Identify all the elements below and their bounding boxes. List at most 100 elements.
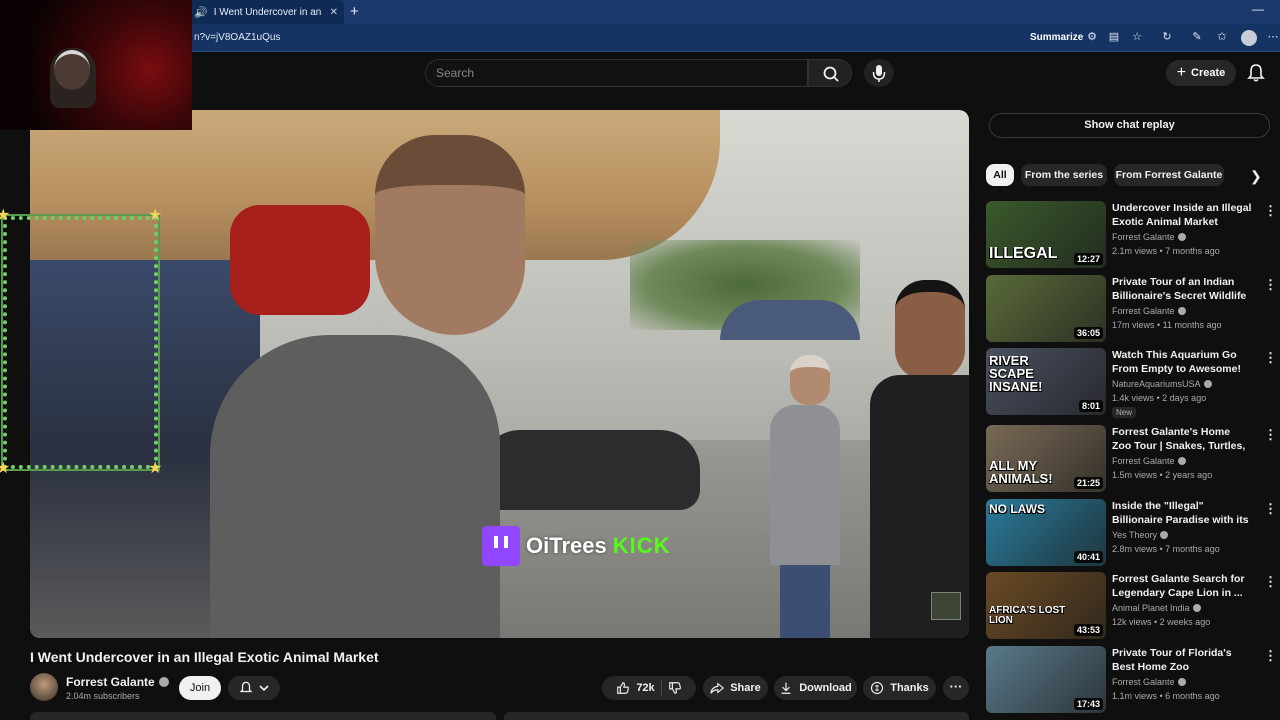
download-icon: [781, 682, 791, 694]
search-button[interactable]: [808, 59, 852, 87]
recommendation-meta: 2.1m views • 7 months ago: [1112, 246, 1220, 256]
extensions-icon[interactable]: ✎: [1190, 30, 1204, 44]
recommendation-channel[interactable]: Animal Planet India: [1112, 603, 1190, 613]
recommendation-item[interactable]: 17:43 Private Tour of Florida's Best Home…: [986, 646, 1277, 714]
more-options-icon[interactable]: ⋮: [1264, 501, 1277, 517]
video-thumbnail[interactable]: 17:43: [986, 646, 1106, 713]
description-box-secondary[interactable]: [504, 712, 969, 720]
recommendation-channel[interactable]: NatureAquariumsUSA: [1112, 379, 1201, 389]
recommendation-channel-row[interactable]: Yes Theory: [1112, 530, 1169, 540]
chip-all[interactable]: All: [986, 164, 1014, 186]
more-options-icon[interactable]: ⋮: [1264, 648, 1277, 664]
channel-name[interactable]: Forrest Galante: [66, 675, 155, 689]
recommendation-channel-row[interactable]: Forrest Galante: [1112, 232, 1186, 242]
verified-icon: [1177, 233, 1186, 241]
recommendation-meta: 2.8m views • 7 months ago: [1112, 544, 1220, 554]
video-thumbnail[interactable]: 36:05: [986, 275, 1106, 342]
download-button[interactable]: Download: [774, 676, 857, 700]
recommendation-title[interactable]: Inside the "Illegal" Billionaire Paradis…: [1112, 499, 1252, 527]
recommendation-title[interactable]: Watch This Aquarium Go From Empty to Awe…: [1112, 348, 1252, 376]
video-thumbnail[interactable]: RIVER SCAPE INSANE! 8:01: [986, 348, 1106, 415]
recommendation-channel-row[interactable]: Animal Planet India: [1112, 603, 1201, 613]
channel-name-row[interactable]: Forrest Galante: [66, 675, 169, 689]
thumbs-up-icon[interactable]: [616, 681, 630, 695]
url-field[interactable]: n?v=jV8OAZ1uQus: [194, 32, 280, 43]
recommendation-channel-row[interactable]: Forrest Galante: [1112, 306, 1186, 316]
thumbnail-caption: ILLEGAL: [989, 245, 1058, 262]
video-thumbnail[interactable]: ALL MY ANIMALS! 21:25: [986, 425, 1106, 492]
recommendation-item[interactable]: ILLEGAL 12:27 Undercover Inside an Illegal…: [986, 201, 1277, 269]
recommendation-channel-row[interactable]: Forrest Galante: [1112, 677, 1186, 687]
new-badge: New: [1112, 407, 1137, 418]
video-player[interactable]: OiTrees KICK: [30, 110, 969, 638]
chevron-right-icon[interactable]: ❯: [1250, 168, 1262, 185]
streamer-webcam: [0, 0, 192, 130]
join-button[interactable]: Join: [179, 676, 221, 700]
recommendation-title[interactable]: Undercover Inside an Illegal Exotic Anim…: [1112, 201, 1252, 229]
more-options-icon[interactable]: ⋮: [1264, 277, 1277, 293]
favorite-star-icon[interactable]: ☆: [1130, 30, 1144, 44]
more-options-icon[interactable]: ⋮: [1264, 574, 1277, 590]
thanks-button[interactable]: Thanks: [863, 676, 936, 700]
recommendation-channel-row[interactable]: Forrest Galante: [1112, 456, 1186, 466]
chip-from-forrest-galante[interactable]: From Forrest Galante: [1114, 164, 1224, 186]
speaker-icon[interactable]: 🔊: [194, 6, 208, 19]
video-thumbnail[interactable]: ILLEGAL 12:27: [986, 201, 1106, 268]
duration-badge: 12:27: [1073, 253, 1103, 265]
star-icon: ★: [0, 207, 11, 224]
description-box[interactable]: [30, 712, 496, 720]
recommendation-item[interactable]: 36:05 Private Tour of an Indian Billionai…: [986, 275, 1277, 343]
reader-icon[interactable]: ▤: [1107, 30, 1121, 44]
minimize-window-button[interactable]: —: [1252, 2, 1264, 16]
twitch-logo-icon: [482, 526, 520, 566]
recommendation-item[interactable]: RIVER SCAPE INSANE! 8:01 Watch This Aquari…: [986, 348, 1277, 418]
summarize-button[interactable]: Summarize: [1030, 32, 1083, 43]
more-options-icon[interactable]: ⋮: [1264, 203, 1277, 219]
recommendation-channel[interactable]: Forrest Galante: [1112, 456, 1175, 466]
copilot-icon[interactable]: ⚙: [1085, 30, 1099, 44]
favorites-icon[interactable]: ✩: [1215, 30, 1229, 44]
recommendation-title[interactable]: Private Tour of Florida's Best Home Zoo: [1112, 646, 1252, 674]
channel-avatar[interactable]: [30, 673, 58, 701]
thumbs-down-icon[interactable]: [668, 681, 682, 695]
new-tab-button[interactable]: +: [350, 3, 359, 20]
verified-icon: [1192, 604, 1201, 612]
more-actions-button[interactable]: ···: [943, 676, 969, 700]
close-tab-icon[interactable]: ✕: [330, 7, 338, 18]
like-count[interactable]: 72k: [636, 682, 654, 694]
recommendation-title[interactable]: Forrest Galante Search for Legendary Cap…: [1112, 572, 1252, 600]
duration-badge: 43:53: [1073, 624, 1103, 636]
recommendation-item[interactable]: AFRICA'S LOST LION 43:53 Forrest Galante S…: [986, 572, 1277, 640]
video-thumbnail[interactable]: NO LAWS 40:41: [986, 499, 1106, 566]
recommendation-item[interactable]: NO LAWS 40:41 Inside the "Illegal" Billion…: [986, 499, 1277, 567]
more-options-icon[interactable]: ⋮: [1264, 350, 1277, 366]
profile-avatar[interactable]: [1241, 30, 1257, 46]
subscription-bell-button[interactable]: [228, 676, 280, 700]
video-scene-umbrella: [720, 300, 860, 340]
bell-icon: [239, 681, 253, 693]
chip-from-the-series[interactable]: From the series: [1021, 164, 1107, 186]
browser-tab[interactable]: 🔊 I Went Undercover in an Illegal ✕: [188, 0, 344, 24]
notifications-bell-icon[interactable]: [1246, 63, 1266, 83]
tab-title: I Went Undercover in an Illegal: [213, 6, 324, 18]
stream-watermark: OiTrees KICK: [482, 526, 671, 566]
recommendation-channel[interactable]: Forrest Galante: [1112, 232, 1175, 242]
thumbnail-caption: ALL MY ANIMALS!: [989, 458, 1053, 486]
search-input[interactable]: Search: [425, 59, 808, 87]
recommendation-title[interactable]: Forrest Galante's Home Zoo Tour | Snakes…: [1112, 425, 1252, 453]
menu-dots-icon[interactable]: ⋯: [1266, 30, 1280, 44]
refresh-icon[interactable]: ↻: [1160, 30, 1174, 44]
create-button[interactable]: + Create: [1166, 60, 1236, 86]
recommendation-channel[interactable]: Forrest Galante: [1112, 306, 1175, 316]
recommendation-channel[interactable]: Yes Theory: [1112, 530, 1157, 540]
show-chat-replay-button[interactable]: Show chat replay: [989, 113, 1270, 138]
share-button[interactable]: Share: [703, 676, 768, 700]
voice-search-button[interactable]: [864, 59, 894, 87]
recommendation-item[interactable]: ALL MY ANIMALS! 21:25 Forrest Galante's Ho…: [986, 425, 1277, 493]
more-options-icon[interactable]: ⋮: [1264, 427, 1277, 443]
recommendation-title[interactable]: Private Tour of an Indian Billionaire's …: [1112, 275, 1252, 303]
video-thumbnail[interactable]: AFRICA'S LOST LION 43:53: [986, 572, 1106, 639]
verified-icon: [1177, 457, 1186, 465]
recommendation-channel[interactable]: Forrest Galante: [1112, 677, 1175, 687]
recommendation-channel-row[interactable]: NatureAquariumsUSA: [1112, 379, 1212, 389]
